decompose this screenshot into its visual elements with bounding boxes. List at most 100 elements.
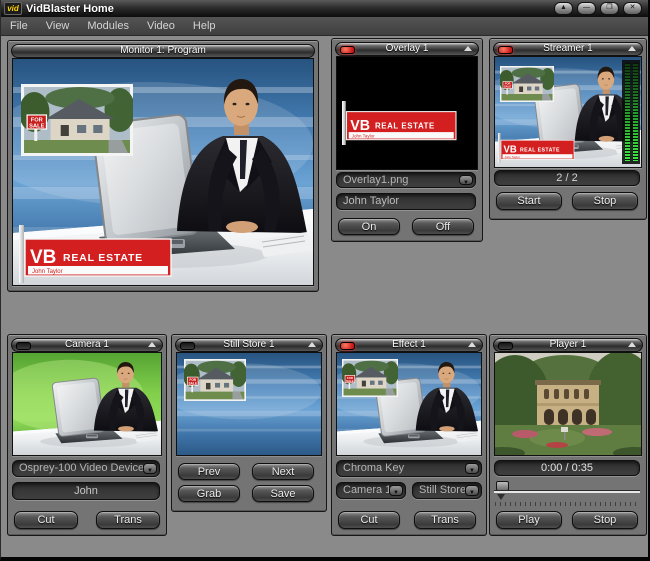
player-slider-ticks bbox=[495, 502, 639, 506]
stream-video-frame bbox=[495, 57, 641, 167]
overlay-on-button[interactable]: On bbox=[338, 218, 400, 235]
title-bar[interactable]: vid VidBlaster Home ▲ — ❐ ✕ bbox=[1, 0, 648, 17]
player-play-button[interactable]: Play bbox=[496, 511, 562, 529]
camera-video-frame bbox=[13, 353, 161, 455]
house-inset-image bbox=[183, 359, 247, 401]
monitor-preview bbox=[12, 58, 314, 286]
effect-source-b-value: Still Store 1 bbox=[419, 483, 465, 498]
house-inset-image bbox=[499, 66, 555, 102]
chevron-down-icon[interactable]: ▼ bbox=[143, 463, 157, 474]
camera-title: Camera 1 bbox=[65, 339, 109, 350]
camera-header[interactable]: Camera 1 bbox=[11, 338, 163, 352]
streamer-header[interactable]: Streamer 1 bbox=[493, 42, 643, 56]
streamer-start-button[interactable]: Start bbox=[496, 192, 562, 210]
effect-source-a-select[interactable]: Camera 1 ▼ bbox=[336, 482, 406, 499]
effect-title: Effect 1 bbox=[392, 339, 426, 350]
streamer-preview[interactable] bbox=[494, 56, 642, 168]
app-logo-icon: vid bbox=[4, 2, 22, 15]
still-store-preview[interactable] bbox=[176, 352, 322, 456]
menu-file[interactable]: File bbox=[1, 17, 37, 35]
effect-source-b-select[interactable]: Still Store 1 ▼ bbox=[412, 482, 482, 499]
active-led bbox=[498, 46, 513, 54]
module-effect: Effect 1 Chroma Key ▼ Camera 1 ▼ Still S… bbox=[331, 334, 487, 536]
minimize-button[interactable]: — bbox=[577, 2, 596, 15]
menu-modules[interactable]: Modules bbox=[78, 17, 138, 35]
menu-bar: File View Modules Video Help bbox=[1, 17, 648, 36]
effect-type-value: Chroma Key bbox=[343, 461, 465, 476]
module-streamer: Streamer 1 2 / 2 Start Stop bbox=[489, 38, 647, 220]
overlay-frame bbox=[337, 57, 477, 169]
player-slider-marker-icon[interactable] bbox=[497, 494, 505, 500]
active-led bbox=[340, 46, 355, 54]
active-led bbox=[340, 342, 355, 350]
camera-device-select[interactable]: Osprey-100 Video Device 1 ▼ bbox=[12, 460, 160, 477]
overlay-file-select[interactable]: Overlay1.png ▼ bbox=[336, 172, 476, 188]
overlay-title: Overlay 1 bbox=[386, 43, 429, 54]
overlay-text-input[interactable]: John Taylor bbox=[336, 193, 476, 210]
player-video-frame bbox=[495, 353, 641, 455]
chevron-down-icon[interactable]: ▼ bbox=[459, 175, 473, 185]
module-camera: Camera 1 Osprey-100 Video Device 1 ▼ Joh… bbox=[7, 334, 167, 536]
collapse-icon[interactable] bbox=[308, 342, 316, 347]
camera-preview[interactable] bbox=[12, 352, 162, 456]
player-time-display: 0:00 / 0:35 bbox=[494, 460, 640, 476]
chevron-down-icon[interactable]: ▼ bbox=[465, 463, 479, 474]
chevron-down-icon[interactable]: ▼ bbox=[389, 485, 403, 496]
house-inset-image bbox=[341, 359, 399, 397]
collapse-icon[interactable] bbox=[628, 46, 636, 51]
still-store-prev-button[interactable]: Prev bbox=[178, 463, 240, 480]
menu-view[interactable]: View bbox=[37, 17, 79, 35]
collapse-icon[interactable] bbox=[468, 342, 476, 347]
player-header[interactable]: Player 1 bbox=[493, 338, 643, 352]
menu-help[interactable]: Help bbox=[184, 17, 225, 35]
inactive-led bbox=[16, 342, 31, 350]
effect-cut-button[interactable]: Cut bbox=[338, 511, 400, 529]
menu-video[interactable]: Video bbox=[138, 17, 184, 35]
close-button[interactable]: ✕ bbox=[623, 2, 642, 15]
effect-trans-button[interactable]: Trans bbox=[414, 511, 476, 529]
monitor-header[interactable]: Monitor 1: Program bbox=[11, 44, 315, 58]
camera-cut-button[interactable]: Cut bbox=[14, 511, 78, 529]
effect-header[interactable]: Effect 1 bbox=[335, 338, 483, 352]
effect-type-select[interactable]: Chroma Key ▼ bbox=[336, 460, 482, 477]
camera-device-value: Osprey-100 Video Device 1 bbox=[19, 461, 143, 476]
effect-preview[interactable] bbox=[336, 352, 482, 456]
module-monitor: Monitor 1: Program bbox=[7, 40, 319, 292]
maximize-button[interactable]: ❐ bbox=[600, 2, 619, 15]
collapse-icon[interactable] bbox=[464, 46, 472, 51]
still-store-save-button[interactable]: Save bbox=[252, 485, 314, 502]
player-title: Player 1 bbox=[550, 339, 587, 350]
collapse-icon[interactable] bbox=[148, 342, 156, 347]
still-store-next-button[interactable]: Next bbox=[252, 463, 314, 480]
effect-source-a-value: Camera 1 bbox=[343, 483, 389, 498]
player-preview[interactable] bbox=[494, 352, 642, 456]
player-slider-track[interactable] bbox=[494, 490, 640, 493]
player-stop-button[interactable]: Stop bbox=[572, 511, 638, 529]
overlay-header[interactable]: Overlay 1 bbox=[335, 42, 479, 56]
window-title: VidBlaster Home bbox=[26, 3, 114, 15]
still-frame bbox=[177, 353, 321, 455]
chevron-down-icon[interactable]: ▼ bbox=[465, 485, 479, 496]
monitor-title: Monitor 1: Program bbox=[120, 45, 206, 56]
still-store-header[interactable]: Still Store 1 bbox=[175, 338, 323, 352]
inactive-led bbox=[498, 342, 513, 350]
audio-level-meter bbox=[622, 60, 640, 164]
application-window: FOR SALE VB REAL ESTATE John Taylor vid … bbox=[0, 0, 650, 561]
inactive-led bbox=[180, 342, 195, 350]
camera-name-input[interactable]: John bbox=[12, 482, 160, 500]
module-still-store: Still Store 1 Prev Next Grab Save bbox=[171, 334, 327, 512]
rollup-button[interactable]: ▲ bbox=[554, 2, 573, 15]
overlay-file-value: Overlay1.png bbox=[343, 173, 459, 187]
collapse-icon[interactable] bbox=[628, 342, 636, 347]
camera-trans-button[interactable]: Trans bbox=[96, 511, 160, 529]
still-store-grab-button[interactable]: Grab bbox=[178, 485, 240, 502]
streamer-status-display: 2 / 2 bbox=[494, 170, 640, 186]
program-video-frame bbox=[13, 59, 313, 285]
streamer-stop-button[interactable]: Stop bbox=[572, 192, 638, 210]
module-overlay: Overlay 1 Overlay1.png ▼ John Taylor On … bbox=[331, 38, 483, 242]
lower-third-banner bbox=[342, 101, 456, 145]
house-inset-image bbox=[19, 84, 135, 156]
overlay-off-button[interactable]: Off bbox=[412, 218, 474, 235]
effect-video-frame bbox=[337, 353, 481, 455]
overlay-preview[interactable] bbox=[336, 56, 478, 170]
